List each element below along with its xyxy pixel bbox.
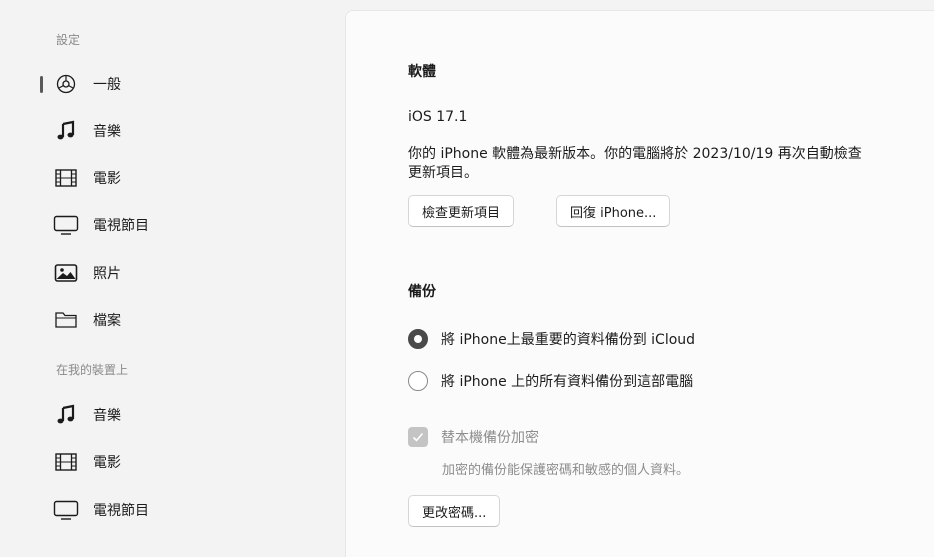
update-status-line2: 更新項目。 (408, 165, 478, 181)
encrypt-backup-label: 替本機備份加密 (441, 430, 539, 446)
sidebar-item-device-movies[interactable]: 電影 (40, 445, 320, 479)
radio-button[interactable] (408, 371, 428, 391)
photo-icon (53, 260, 79, 286)
tv-icon (53, 212, 79, 238)
checkmark-icon (412, 432, 424, 442)
music-note-icon (53, 118, 79, 144)
backup-heading: 備份 (408, 284, 436, 300)
sidebar-item-files[interactable]: 檔案 (40, 303, 320, 337)
main-panel: 軟體 iOS 17.1 你的 iPhone 軟體為最新版本。你的電腦將於 202… (345, 10, 934, 557)
sidebar-item-label: 照片 (93, 266, 121, 282)
change-password-button[interactable]: 更改密碼... (408, 495, 501, 527)
sidebar-item-movies[interactable]: 電影 (40, 161, 320, 195)
software-heading: 軟體 (408, 64, 436, 80)
sidebar-item-photos[interactable]: 照片 (40, 256, 320, 290)
restore-iphone-button[interactable]: 回復 iPhone... (556, 195, 671, 227)
sidebar-item-label: 音樂 (93, 408, 121, 424)
sidebar-item-label: 電視節目 (93, 218, 149, 234)
checkbox-checked[interactable] (408, 427, 428, 447)
sidebar-item-general[interactable]: 一般 (40, 67, 320, 101)
encrypt-note: 加密的備份能保護密碼和敏感的個人資料。 (442, 463, 690, 478)
music-note-icon (53, 402, 79, 428)
update-status-line1: 你的 iPhone 軟體為最新版本。你的電腦將於 2023/10/19 再次自動… (408, 146, 862, 162)
sidebar-item-label: 檔案 (93, 313, 121, 329)
backup-computer-label: 將 iPhone 上的所有資料備份到這部電腦 (441, 374, 694, 390)
encrypt-backup-option[interactable]: 替本機備份加密 (408, 427, 539, 447)
gear-icon (53, 71, 79, 97)
ios-version: iOS 17.1 (408, 109, 468, 125)
sidebar-item-device-music[interactable]: 音樂 (40, 398, 320, 432)
sidebar-item-label: 電視節目 (93, 503, 149, 519)
sidebar-item-label: 一般 (93, 77, 121, 93)
sidebar: 設定 一般 音樂 電影 電視節目 照片 檔案 在我的裝置上 音樂 電影 電視節目 (0, 0, 345, 556)
sidebar-item-label: 電影 (93, 455, 121, 471)
backup-icloud-label: 將 iPhone上最重要的資料備份到 iCloud (441, 332, 696, 348)
radio-button-selected[interactable] (408, 329, 428, 349)
device-section-title: 在我的裝置上 (56, 363, 129, 377)
backup-icloud-option[interactable]: 將 iPhone上最重要的資料備份到 iCloud (408, 329, 695, 349)
selection-indicator (40, 75, 43, 93)
film-icon (53, 449, 79, 475)
backup-computer-option[interactable]: 將 iPhone 上的所有資料備份到這部電腦 (408, 371, 693, 391)
sidebar-item-music[interactable]: 音樂 (40, 114, 320, 148)
sidebar-item-label: 音樂 (93, 124, 121, 140)
sidebar-item-device-tv-shows[interactable]: 電視節目 (40, 493, 320, 527)
tv-icon (53, 497, 79, 523)
sidebar-item-tv-shows[interactable]: 電視節目 (40, 208, 320, 242)
settings-section-title: 設定 (56, 33, 81, 47)
folder-icon (53, 307, 79, 333)
check-for-update-button[interactable]: 檢查更新項目 (408, 195, 515, 227)
sidebar-item-label: 電影 (93, 171, 121, 187)
film-icon (53, 165, 79, 191)
